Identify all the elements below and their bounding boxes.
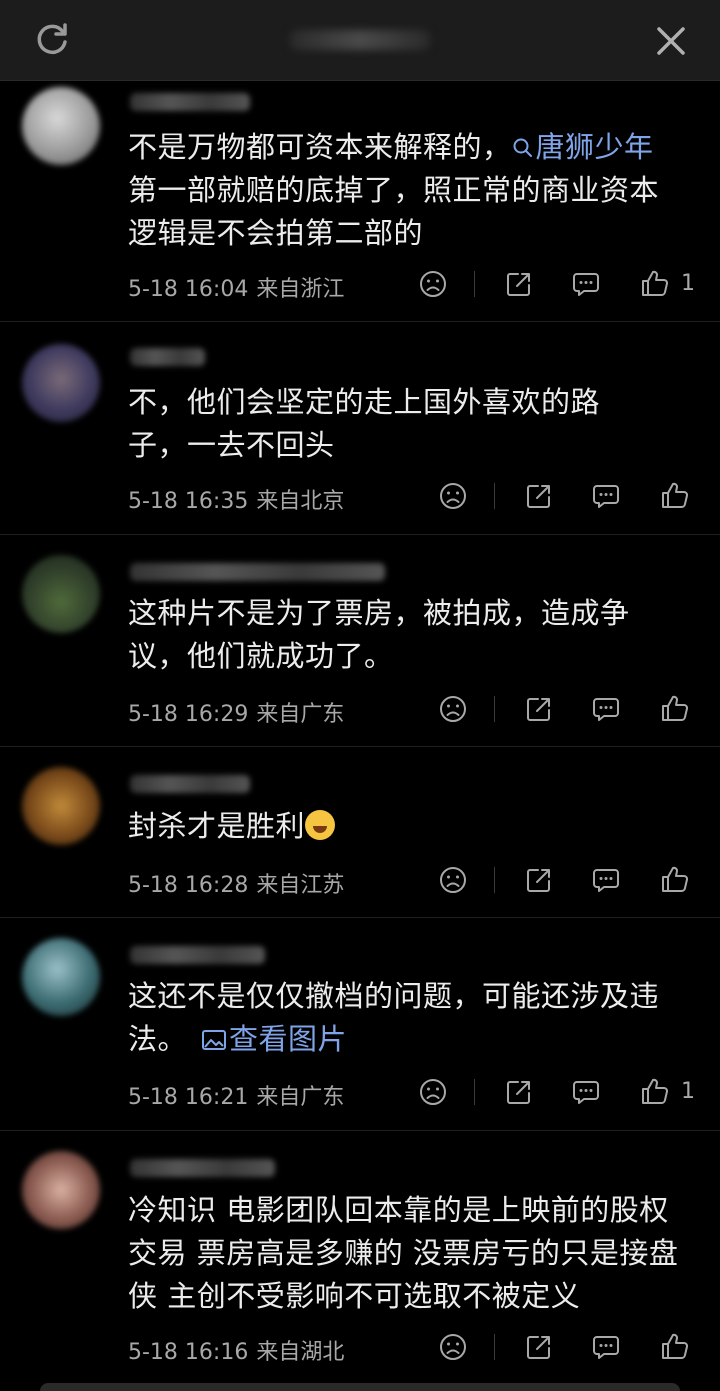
page-title-blurred bbox=[290, 30, 430, 50]
dislike-icon[interactable] bbox=[418, 269, 448, 299]
like-icon[interactable] bbox=[640, 1076, 670, 1106]
username-blurred[interactable] bbox=[130, 93, 250, 111]
comment-date: 5-18 16:35 bbox=[128, 489, 249, 514]
like-count: 1 bbox=[681, 1079, 695, 1104]
topic-link[interactable]: 唐狮少年 bbox=[512, 130, 654, 164]
comment-text: 不是万物都可资本来解释的， 唐狮少年 第一部就赔的底掉了，照正常的商业资本逻辑是不… bbox=[128, 130, 660, 250]
dislike-icon[interactable] bbox=[438, 1332, 468, 1362]
divider bbox=[474, 271, 475, 297]
comment-icon[interactable] bbox=[571, 1077, 601, 1107]
comment-location: 来自广东 bbox=[256, 702, 345, 727]
comment-meta: 5-18 16:16 来自湖北 bbox=[128, 1334, 344, 1366]
comment-meta: 5-18 16:29 来自广东 bbox=[128, 696, 344, 728]
username-blurred[interactable] bbox=[130, 946, 265, 964]
image-icon bbox=[202, 1030, 227, 1050]
share-icon[interactable] bbox=[524, 694, 554, 724]
like-icon[interactable] bbox=[660, 864, 690, 894]
comment-text: 这还不是仅仅撤档的问题，可能还涉及违法。 查看图片 bbox=[128, 979, 660, 1056]
username-blurred[interactable] bbox=[130, 1159, 275, 1177]
comment-meta: 5-18 16:21 来自广东 bbox=[128, 1079, 344, 1111]
comment-date: 5-18 16:29 bbox=[128, 702, 249, 727]
comment-date: 5-18 16:21 bbox=[128, 1085, 249, 1110]
comment-icon[interactable] bbox=[591, 481, 621, 511]
comment-text: 不，他们会坚定的走上国外喜欢的路子，一去不回头 bbox=[128, 385, 601, 462]
comment-text: 这种片不是为了票房，被拍成，造成争议，他们就成功了。 bbox=[128, 596, 630, 673]
dislike-icon[interactable] bbox=[438, 481, 468, 511]
share-icon[interactable] bbox=[504, 269, 534, 299]
share-icon[interactable] bbox=[504, 1077, 534, 1107]
comment-item: 冷知识 电影团队回本靠的是上映前的股权交易 票房高是多赚的 没票房亏的只是接盘侠… bbox=[0, 1131, 720, 1383]
comment-item: 这还不是仅仅撤档的问题，可能还涉及违法。 查看图片 5-18 16:21 来自广东 … bbox=[0, 918, 720, 1131]
comment-text: 冷知识 电影团队回本靠的是上映前的股权交易 票房高是多赚的 没票房亏的只是接盘侠… bbox=[128, 1193, 679, 1313]
username-blurred[interactable] bbox=[130, 775, 250, 793]
comment-date: 5-18 16:28 bbox=[128, 873, 249, 898]
comment-date: 5-18 16:16 bbox=[128, 1340, 249, 1365]
like-icon[interactable] bbox=[660, 480, 690, 510]
comment-icon[interactable] bbox=[591, 865, 621, 895]
comment-location: 来自江苏 bbox=[256, 873, 345, 898]
close-icon[interactable] bbox=[650, 20, 692, 62]
avatar[interactable] bbox=[22, 344, 100, 422]
avatar[interactable] bbox=[22, 1151, 100, 1229]
comment-item: 封杀才是胜利 5-18 16:28 来自江苏 bbox=[0, 747, 720, 918]
comment-icon[interactable] bbox=[591, 694, 621, 724]
dislike-icon[interactable] bbox=[438, 865, 468, 895]
comment-location: 来自北京 bbox=[256, 489, 345, 514]
avatar[interactable] bbox=[22, 555, 100, 633]
share-icon[interactable] bbox=[524, 1332, 554, 1362]
like-icon[interactable] bbox=[660, 693, 690, 723]
view-image-link[interactable]: 查看图片 bbox=[187, 1022, 347, 1056]
divider bbox=[494, 867, 495, 893]
divider bbox=[494, 483, 495, 509]
search-icon bbox=[513, 138, 532, 157]
divider bbox=[494, 1334, 495, 1360]
dislike-icon[interactable] bbox=[418, 1077, 448, 1107]
comment-meta: 5-18 16:04 来自浙江 bbox=[128, 271, 344, 303]
comment-item: 不，他们会坚定的走上国外喜欢的路子，一去不回头 5-18 16:35 来自北京 bbox=[0, 322, 720, 535]
top-bar bbox=[0, 0, 720, 81]
refresh-icon[interactable] bbox=[32, 20, 72, 60]
comment-location: 来自广东 bbox=[256, 1085, 345, 1110]
like-icon[interactable] bbox=[640, 268, 670, 298]
divider bbox=[494, 696, 495, 722]
comment-text: 封杀才是胜利 bbox=[128, 805, 688, 848]
comment-location: 来自浙江 bbox=[256, 277, 345, 302]
comment-meta: 5-18 16:28 来自江苏 bbox=[128, 867, 344, 899]
comment-icon[interactable] bbox=[571, 269, 601, 299]
avatar[interactable] bbox=[22, 767, 100, 845]
comment-date: 5-18 16:04 bbox=[128, 277, 249, 302]
like-icon[interactable] bbox=[660, 1331, 690, 1361]
comment-item: 不是万物都可资本来解释的， 唐狮少年 第一部就赔的底掉了，照正常的商业资本逻辑是不… bbox=[0, 81, 720, 322]
username-blurred[interactable] bbox=[130, 563, 385, 581]
comment-location: 来自湖北 bbox=[256, 1340, 345, 1365]
dislike-icon[interactable] bbox=[438, 694, 468, 724]
share-icon[interactable] bbox=[524, 865, 554, 895]
comment-item: 这种片不是为了票房，被拍成，造成争议，他们就成功了。 5-18 16:29 来自广… bbox=[0, 535, 720, 747]
avatar[interactable] bbox=[22, 87, 100, 165]
avatar[interactable] bbox=[22, 938, 100, 1016]
bottom-input-bar[interactable] bbox=[40, 1383, 680, 1391]
like-count: 1 bbox=[681, 271, 695, 296]
divider bbox=[474, 1079, 475, 1105]
laugh-cry-emoji-icon bbox=[305, 810, 336, 840]
share-icon[interactable] bbox=[524, 481, 554, 511]
comment-meta: 5-18 16:35 来自北京 bbox=[128, 483, 344, 515]
username-blurred[interactable] bbox=[130, 348, 205, 366]
comment-icon[interactable] bbox=[591, 1332, 621, 1362]
